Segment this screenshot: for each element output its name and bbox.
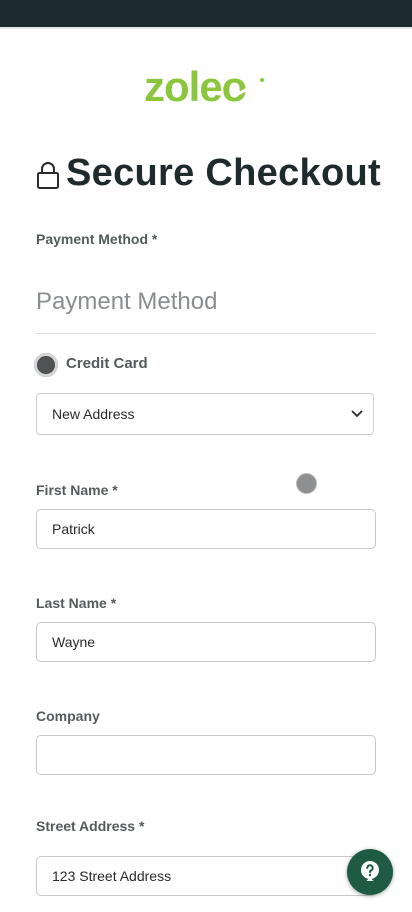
credit-card-radio[interactable] (34, 353, 58, 377)
street-address-label: Street Address * (36, 818, 145, 834)
first-name-input[interactable] (36, 509, 376, 549)
payment-method-divider (36, 333, 376, 334)
last-name-label: Last Name * (36, 595, 117, 611)
lock-icon (36, 160, 60, 190)
touch-cursor (296, 473, 317, 494)
company-input[interactable] (36, 735, 376, 775)
address-select-value: New Address (52, 406, 135, 422)
page-title: Secure Checkout (66, 152, 381, 194)
payment-method-placeholder: Payment Method (36, 288, 218, 315)
first-name-label: First Name * (36, 482, 118, 498)
question-icon (361, 861, 379, 881)
street-address-input[interactable] (36, 856, 376, 896)
radio-selected-dot (38, 357, 54, 373)
zoleo-wordmark-icon: zoleo (144, 64, 265, 110)
zoleo-logo[interactable]: zoleo (140, 64, 272, 110)
chevron-down-icon (351, 410, 363, 418)
address-select[interactable]: New Address (36, 393, 374, 435)
svg-text:zoleo: zoleo (144, 64, 247, 110)
credit-card-label[interactable]: Credit Card (66, 355, 148, 372)
top-bar-divider (0, 27, 412, 29)
company-label: Company (36, 708, 100, 724)
payment-method-label: Payment Method * (36, 231, 158, 247)
help-chat-button[interactable] (347, 849, 393, 895)
browser-top-bar (0, 0, 412, 27)
last-name-input[interactable] (36, 622, 376, 662)
